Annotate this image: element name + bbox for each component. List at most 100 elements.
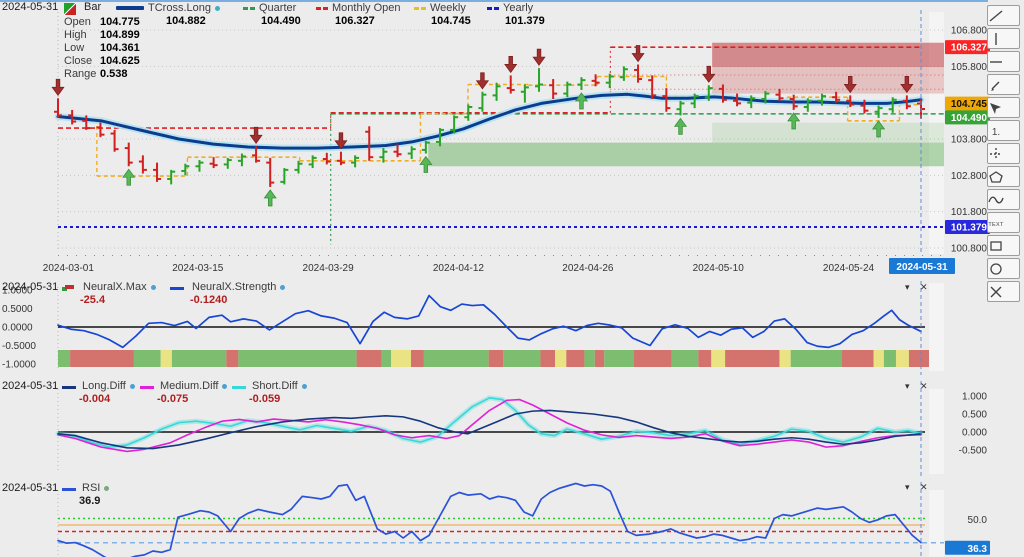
ohlc-close-value: 104.625	[100, 55, 140, 67]
ohlc-close-label: Close	[64, 55, 93, 67]
main-price-chart[interactable]: 106.800 105.800 103.800 102.800 101.800 100.8…	[0, 0, 1024, 277]
text-tool-button[interactable]: TEXT	[987, 212, 1020, 233]
wave-tool-button[interactable]	[987, 189, 1020, 210]
sell-signal-arrow	[51, 78, 65, 96]
y-axis-label: -0.500	[959, 446, 988, 457]
scroll-indicator[interactable]	[929, 283, 944, 371]
rectangle-tool-button[interactable]	[987, 235, 1020, 256]
legend-item-label: Quarter	[259, 2, 297, 14]
trend-strip-segment	[70, 350, 134, 367]
horizontal-line-tool-button[interactable]	[987, 51, 1020, 72]
indicator-dot-icon[interactable]	[301, 384, 307, 389]
legend-line-icon	[414, 6, 426, 10]
indicator-dot-icon[interactable]	[222, 384, 228, 389]
indicator-dot-icon[interactable]	[214, 5, 220, 11]
sell-signal-arrow	[532, 48, 546, 66]
fibonacci-tool-button[interactable]: 1.	[987, 120, 1020, 141]
marker-tool-button[interactable]	[987, 97, 1020, 118]
y-axis-label: 0.000	[962, 428, 987, 439]
panel2-collapse-button[interactable]: ▾	[905, 282, 910, 292]
long-diff-legend[interactable]: Long.Diff	[78, 380, 135, 392]
trend-strip-segment	[133, 350, 161, 367]
trend-strip-segment	[594, 350, 605, 367]
x-axis-label: 2024-04-26	[562, 263, 614, 274]
panel4-collapse-button[interactable]: ▾	[905, 482, 910, 492]
trend-strip-segment	[584, 350, 595, 367]
legend-item-weekly[interactable]: Weekly 104.745	[414, 1, 471, 27]
short-diff-icon	[232, 386, 246, 389]
rsi-label: RSI	[82, 482, 101, 494]
horizontal-line-icon	[990, 60, 1002, 63]
legend-item-yearly[interactable]: Yearly 101.379	[487, 1, 545, 27]
vertical-line-icon	[995, 32, 997, 45]
medium-diff-icon	[140, 386, 154, 389]
long-diff-value: -0.004	[79, 393, 111, 405]
neuralx-max-label: NeuralX.Max	[83, 281, 147, 293]
ohlc-low-value: 104.361	[100, 42, 140, 54]
rsi-value-tag-label: 36.3	[968, 544, 988, 555]
sell-signal-arrow	[475, 72, 490, 90]
trend-strip-segment	[633, 350, 672, 367]
panel4-close-button[interactable]: ✕	[920, 482, 928, 492]
legend-line-icon	[243, 6, 255, 10]
neuralx-panel-chart[interactable]: 1.00000.50000.0000-0.5000-1.0000	[0, 279, 1024, 377]
legend-item-label: Monthly Open	[332, 2, 401, 14]
trend-strip-segment	[423, 350, 489, 367]
indicator-dot-icon[interactable]	[280, 285, 286, 290]
ohlc-low-label: Low	[64, 42, 85, 54]
erase-tool-button[interactable]	[987, 281, 1020, 302]
neuralx-max-icon	[62, 284, 74, 292]
diff-panel-chart[interactable]: 1.000 0.500 0.000 -0.500	[0, 379, 1024, 478]
trend-strip-segment	[160, 350, 172, 367]
scroll-indicator[interactable]	[929, 389, 944, 474]
vertical-line-tool-button[interactable]	[987, 28, 1020, 49]
trend-strip-segment	[779, 350, 791, 367]
trend-strip-segment	[410, 350, 424, 367]
neuralx-strength-value: -0.1240	[190, 294, 228, 306]
indicator-dot-icon[interactable]	[150, 285, 156, 290]
x-axis-label: 2024-03-01	[43, 263, 95, 274]
pencil-tool-button[interactable]	[987, 74, 1020, 95]
ohlc-high-value: 104.899	[100, 29, 140, 41]
pencil-icon	[991, 81, 1000, 91]
indicator-dot-icon[interactable]	[104, 486, 110, 491]
diagonal-line-icon	[989, 9, 1003, 22]
rsi-legend[interactable]: RSI	[78, 482, 110, 494]
panel3-date-label: 2024-05-31	[2, 380, 59, 392]
scroll-indicator[interactable]	[929, 490, 944, 557]
panel3-close-button[interactable]: ✕	[920, 381, 928, 391]
trend-strip-segment	[895, 350, 909, 367]
legend-item-quarter[interactable]: Quarter 104.490	[243, 1, 301, 27]
trend-strip-segment	[698, 350, 712, 367]
ohlc-high-label: High	[64, 29, 87, 41]
y-axis-label: -0.5000	[2, 341, 36, 352]
trend-strip-segment	[381, 350, 392, 367]
rsi-panel-chart[interactable]: 50.0 36.3	[0, 480, 1024, 557]
buy-signal-arrow	[122, 168, 136, 186]
bar-series-label[interactable]: Bar	[84, 1, 101, 13]
neuralx-max-legend[interactable]: NeuralX.Max	[79, 281, 156, 293]
main-date-label: 2024-05-31	[2, 1, 59, 13]
sell-signal-arrow	[631, 45, 645, 63]
trend-strip-segment	[841, 350, 874, 367]
short-diff-legend[interactable]: Short.Diff	[248, 380, 307, 392]
panel2-close-button[interactable]: ✕	[920, 282, 928, 292]
indicator-dot-icon[interactable]	[129, 384, 135, 389]
legend-item-monthly-open[interactable]: Monthly Open 106.327	[316, 1, 400, 27]
panel3-collapse-button[interactable]: ▾	[905, 381, 910, 391]
trend-strip-segment	[171, 350, 227, 367]
region-tool-button[interactable]	[987, 166, 1020, 187]
ellipse-tool-button[interactable]	[987, 258, 1020, 279]
y-axis-label: 0.500	[962, 410, 987, 421]
trend-line-tool-button[interactable]	[987, 5, 1020, 26]
ohlc-range-value: 0.538	[100, 68, 128, 80]
x-axis-label: 2024-03-15	[172, 263, 224, 274]
legend-item-value: 104.745	[431, 15, 471, 27]
neuralx-strength-legend[interactable]: NeuralX.Strength	[188, 281, 286, 293]
medium-diff-legend[interactable]: Medium.Diff	[156, 380, 228, 392]
ruler-tool-button[interactable]	[987, 143, 1020, 164]
y-axis-label: 102.800	[951, 171, 988, 182]
legend-item-value: 104.490	[261, 15, 301, 27]
price-axis-tag-label: 106.327	[951, 43, 988, 54]
legend-item-tcross-long[interactable]: TCross.Long 104.882	[116, 1, 220, 27]
